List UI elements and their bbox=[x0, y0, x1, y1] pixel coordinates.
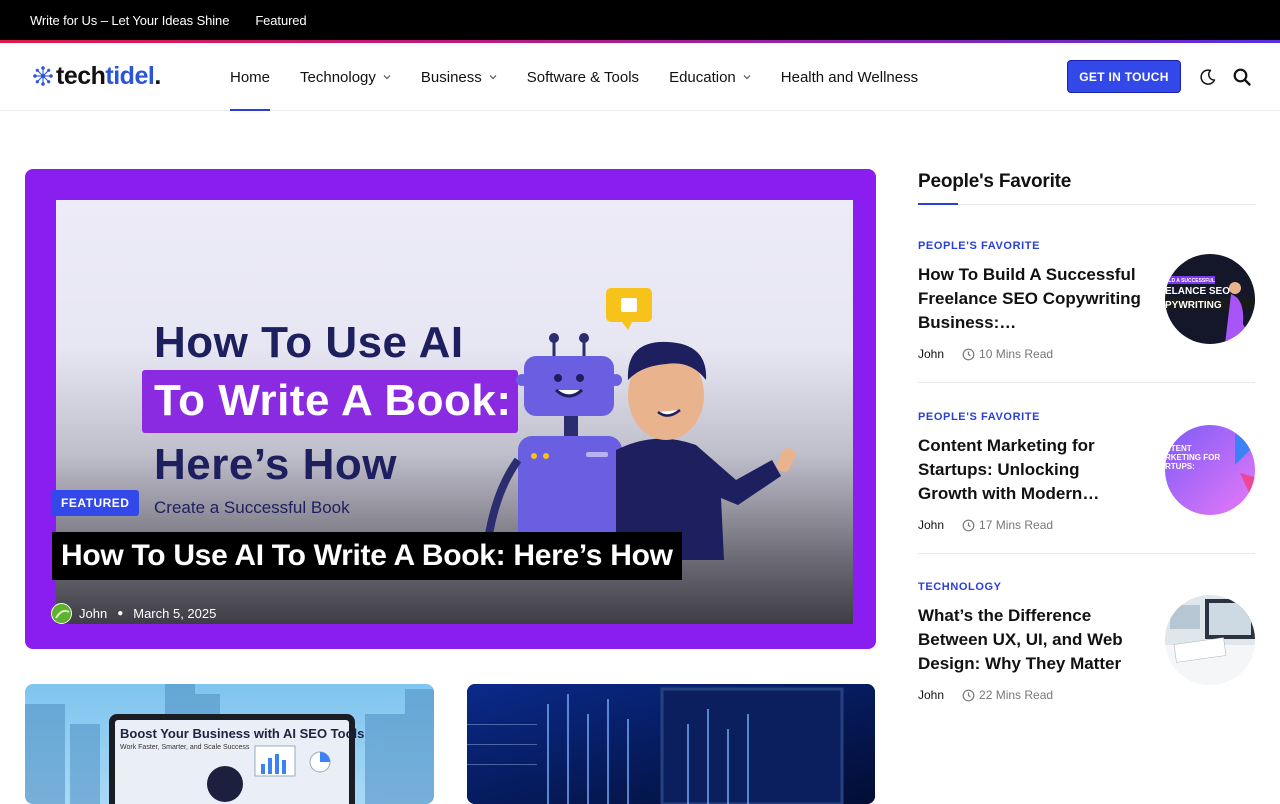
post-meta: John 10 Mins Read bbox=[918, 347, 1053, 361]
post-category[interactable]: TECHNOLOGY bbox=[918, 581, 1255, 593]
nav-software-tools[interactable]: Software & Tools bbox=[527, 43, 639, 111]
hero-image-text-line1: How To Use AI bbox=[154, 318, 464, 367]
author-avatar[interactable] bbox=[51, 603, 72, 624]
site-header: tech tidel. Home Technology Business Soft… bbox=[0, 43, 1280, 111]
post-thumbnail[interactable]: ILD A SUCCESSFUL ELANCE SEO PYWRITING bbox=[1165, 254, 1255, 344]
chevron-down-icon bbox=[489, 75, 497, 80]
nav-education[interactable]: Education bbox=[669, 43, 751, 111]
featured-badge[interactable]: FEATURED bbox=[51, 490, 140, 516]
post-title[interactable]: Content Marketing for Startups: Unlockin… bbox=[918, 434, 1143, 506]
sidebar-post: TECHNOLOGY What’s the Difference Between… bbox=[918, 581, 1255, 702]
featured-post-title-text: How To Use AI To Write A Book: Here’s Ho… bbox=[61, 539, 673, 572]
post-title[interactable]: How To Build A Successful Freelance SEO … bbox=[918, 263, 1143, 335]
nav-business[interactable]: Business bbox=[421, 43, 497, 111]
post-author[interactable]: John bbox=[918, 347, 944, 361]
post-thumbnail[interactable]: NTENT RKETING FOR RTUPS: bbox=[1165, 425, 1255, 515]
post-thumbnail[interactable] bbox=[1165, 595, 1255, 685]
author-name[interactable]: John bbox=[79, 606, 107, 621]
post-author[interactable]: John bbox=[918, 518, 944, 532]
thumb-text-c: PYWRITING bbox=[1165, 300, 1222, 311]
nav-technology[interactable]: Technology bbox=[300, 43, 391, 111]
nav-home-label: Home bbox=[230, 68, 271, 86]
card-image-subtitle: Work Faster, Smarter, and Scale Success bbox=[120, 744, 250, 751]
post-author[interactable]: John bbox=[918, 688, 944, 702]
thumb-text-b: RKETING FOR bbox=[1165, 453, 1220, 462]
topbar-link-write-for-us[interactable]: Write for Us – Let Your Ideas Shine bbox=[30, 13, 229, 28]
chevron-down-icon bbox=[383, 75, 391, 80]
thumb-text-b: ELANCE SEO bbox=[1165, 286, 1230, 297]
moon-icon[interactable] bbox=[1199, 68, 1217, 86]
main-nav: Home Technology Business Software & Tool… bbox=[230, 43, 948, 111]
site-logo[interactable]: tech tidel. bbox=[32, 60, 161, 92]
hero-image-text-line4: Create a Successful Book bbox=[154, 498, 350, 517]
post-card[interactable] bbox=[467, 684, 875, 804]
top-bar: Write for Us – Let Your Ideas Shine Feat… bbox=[0, 0, 1280, 40]
topbar-link-featured[interactable]: Featured bbox=[255, 13, 306, 28]
post-read-time: 22 Mins Read bbox=[979, 688, 1054, 702]
clock-icon bbox=[962, 689, 975, 701]
thumb-text-a: NTENT bbox=[1165, 444, 1192, 453]
featured-post-title[interactable]: How To Use AI To Write A Book: Here’s Ho… bbox=[52, 532, 682, 580]
thumb-text-a: ILD A SUCCESSFUL bbox=[1167, 278, 1215, 284]
post-read-time: 17 Mins Read bbox=[979, 518, 1054, 532]
nav-business-label: Business bbox=[420, 68, 482, 86]
sidebar-post: PEOPLE'S FAVORITE Content Marketing for … bbox=[918, 411, 1255, 554]
hero-image-text-line2: To Write A Book: bbox=[154, 376, 512, 425]
post-read-time: 10 Mins Read bbox=[979, 347, 1054, 361]
post-date: March 5, 2025 bbox=[133, 606, 217, 621]
post-card[interactable]: Boost Your Business with AI SEO Tools Wo… bbox=[25, 684, 434, 804]
logo-icon bbox=[33, 66, 53, 86]
sidebar-heading-accent bbox=[918, 203, 958, 205]
chevron-down-icon bbox=[743, 75, 751, 80]
featured-post-meta: John ● March 5, 2025 bbox=[51, 603, 216, 624]
post-meta: John 22 Mins Read bbox=[918, 688, 1053, 702]
logo-dot: . bbox=[154, 61, 162, 90]
sidebar-divider bbox=[918, 382, 1255, 383]
nav-software-tools-label: Software & Tools bbox=[526, 68, 640, 86]
logo-text-tidel: tidel bbox=[105, 61, 155, 90]
sidebar-heading-divider bbox=[918, 204, 1255, 205]
post-card-image bbox=[467, 684, 875, 804]
featured-post-card[interactable]: How To Use AI To Write A Book: Here’s Ho… bbox=[25, 169, 876, 649]
nav-technology-label: Technology bbox=[300, 68, 376, 86]
nav-home[interactable]: Home bbox=[230, 43, 271, 111]
nav-education-label: Education bbox=[669, 68, 736, 86]
sidebar-divider bbox=[918, 553, 1255, 554]
get-in-touch-button[interactable]: GET IN TOUCH bbox=[1067, 60, 1181, 93]
sidebar-post: PEOPLE'S FAVORITE How To Build A Success… bbox=[918, 240, 1255, 383]
card-image-title: Boost Your Business with AI SEO Tools bbox=[120, 726, 365, 741]
thumb-text-c: RTUPS: bbox=[1165, 462, 1195, 471]
clock-icon bbox=[962, 348, 975, 360]
search-icon[interactable] bbox=[1232, 67, 1252, 87]
nav-health-wellness-label: Health and Wellness bbox=[780, 68, 919, 86]
post-category[interactable]: PEOPLE'S FAVORITE bbox=[918, 240, 1255, 252]
hero-image-text-line3: Here’s How bbox=[154, 440, 398, 489]
post-meta: John 17 Mins Read bbox=[918, 518, 1053, 532]
sidebar-heading: People's Favorite bbox=[918, 171, 1072, 192]
clock-icon bbox=[962, 519, 975, 531]
meta-separator: ● bbox=[117, 608, 124, 619]
post-category[interactable]: PEOPLE'S FAVORITE bbox=[918, 411, 1255, 423]
post-title[interactable]: What’s the Difference Between UX, UI, an… bbox=[918, 604, 1143, 676]
logo-text-tech: tech bbox=[56, 61, 106, 90]
nav-health-wellness[interactable]: Health and Wellness bbox=[781, 43, 918, 111]
